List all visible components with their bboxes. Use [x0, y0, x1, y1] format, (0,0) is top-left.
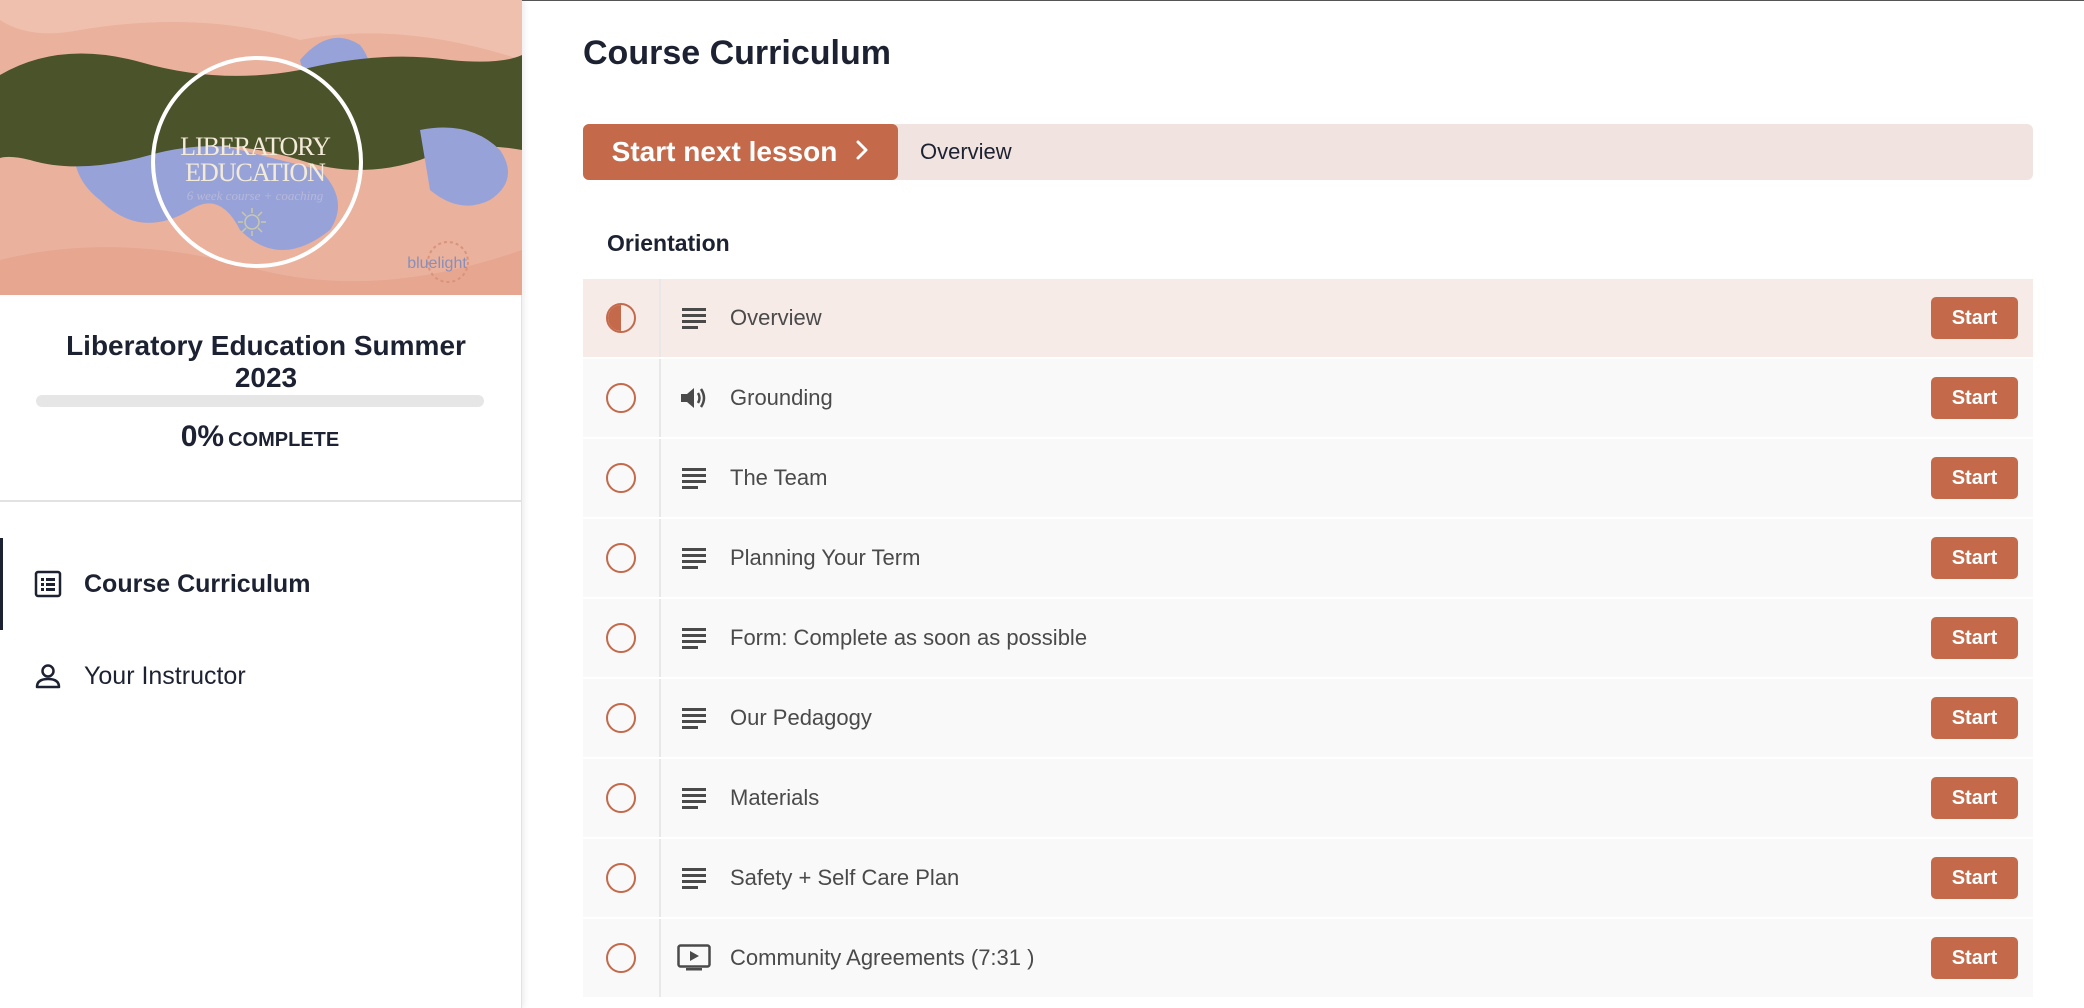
empty-circle-icon	[606, 463, 636, 493]
text-lines-icon	[677, 461, 711, 495]
lesson-row[interactable]: Grounding Start	[583, 359, 2033, 437]
lesson-title: Overview	[730, 305, 822, 330]
page-title: Course Curriculum	[583, 34, 891, 72]
lesson-status-cell	[583, 519, 661, 597]
lesson-title: Form: Complete as soon as possible	[730, 625, 1088, 650]
empty-circle-icon	[606, 383, 636, 413]
start-lesson-button[interactable]: Start	[1931, 377, 2018, 419]
lesson-status-cell	[583, 279, 661, 357]
empty-circle-icon	[606, 703, 636, 733]
main-content: Course Curriculum Start next lesson Over…	[583, 0, 2033, 1008]
lesson-row[interactable]: Materials Start	[583, 759, 2033, 837]
banner-title-line2: EDUCATION	[185, 158, 326, 187]
banner-title-line1: LIBERATORY	[180, 132, 331, 161]
text-lines-icon	[677, 541, 711, 575]
lesson-list: Overview Start Grounding Start The Team Sta…	[583, 279, 2033, 999]
progress-complete-label: COMPLETE	[228, 429, 340, 451]
start-next-lesson-button[interactable]: Start next lesson	[583, 124, 898, 180]
progress-label: 0% COMPLETE	[36, 420, 484, 454]
start-lesson-button[interactable]: Start	[1931, 537, 2018, 579]
speaker-icon	[677, 381, 711, 415]
text-lines-icon	[677, 781, 711, 815]
lesson-row[interactable]: Community Agreements (7:31 ) Start	[583, 919, 2033, 997]
lesson-row[interactable]: Form: Complete as soon as possible Start	[583, 599, 2033, 677]
lesson-status-cell	[583, 599, 661, 677]
half-filled-circle-icon	[606, 303, 636, 333]
empty-circle-icon	[606, 623, 636, 653]
start-lesson-button[interactable]: Start	[1931, 937, 2018, 979]
person-icon	[34, 662, 62, 690]
empty-circle-icon	[606, 863, 636, 893]
lesson-row[interactable]: Safety + Self Care Plan Start	[583, 839, 2033, 917]
empty-circle-icon	[606, 543, 636, 573]
lesson-row[interactable]: Our Pedagogy Start	[583, 679, 2033, 757]
progress-percent: 0%	[180, 420, 225, 453]
sidebar-item-label: Your Instructor	[84, 661, 246, 690]
banner-artwork: LIBERATORY EDUCATION 6 week course + coa…	[0, 0, 522, 295]
sidebar-item-course-curriculum[interactable]: Course Curriculum	[0, 538, 522, 630]
course-title: Liberatory Education Summer 2023	[66, 330, 466, 393]
lesson-status-cell	[583, 439, 661, 517]
video-player-icon	[677, 941, 711, 975]
lesson-status-cell	[583, 919, 661, 997]
lesson-status-cell	[583, 839, 661, 917]
sidebar-divider	[0, 500, 522, 502]
lesson-status-cell	[583, 759, 661, 837]
start-lesson-button[interactable]: Start	[1931, 297, 2018, 339]
start-lesson-button[interactable]: Start	[1931, 857, 2018, 899]
lesson-title: The Team	[730, 465, 828, 490]
lesson-title: Planning Your Term	[730, 545, 921, 570]
sidebar-item-label: Course Curriculum	[84, 569, 311, 598]
curriculum-list-icon	[34, 570, 62, 598]
start-lesson-button[interactable]: Start	[1931, 777, 2018, 819]
text-lines-icon	[677, 861, 711, 895]
lesson-row[interactable]: Planning Your Term Start	[583, 519, 2033, 597]
lesson-title: Materials	[730, 785, 820, 810]
lesson-title: Community Agreements (7:31 )	[730, 945, 1035, 970]
text-lines-icon	[677, 301, 711, 335]
next-lesson-bar: Start next lesson Overview	[583, 124, 2033, 180]
text-lines-icon	[677, 701, 711, 735]
start-lesson-button[interactable]: Start	[1931, 697, 2018, 739]
next-lesson-title: Overview	[920, 139, 1012, 164]
empty-circle-icon	[606, 783, 636, 813]
sidebar: LIBERATORY EDUCATION 6 week course + coa…	[0, 0, 522, 1008]
start-lesson-button[interactable]: Start	[1931, 617, 2018, 659]
lesson-title: Grounding	[730, 385, 833, 410]
lesson-title: Our Pedagogy	[730, 705, 872, 730]
sidebar-item-your-instructor[interactable]: Your Instructor	[0, 630, 522, 722]
lesson-title: Safety + Self Care Plan	[730, 865, 960, 890]
banner-brand: bluelight	[407, 255, 467, 272]
course-banner-image: LIBERATORY EDUCATION 6 week course + coa…	[0, 0, 522, 295]
empty-circle-icon	[606, 943, 636, 973]
banner-subtitle: 6 week course + coaching	[187, 188, 324, 203]
chevron-right-icon	[855, 136, 869, 168]
start-lesson-button[interactable]: Start	[1931, 457, 2018, 499]
lesson-status-cell	[583, 679, 661, 757]
lesson-row[interactable]: The Team Start	[583, 439, 2033, 517]
lesson-status-cell	[583, 359, 661, 437]
progress-bar	[36, 395, 484, 407]
section-title: Orientation	[607, 230, 730, 256]
start-next-lesson-label: Start next lesson	[611, 136, 838, 167]
lesson-row[interactable]: Overview Start	[583, 279, 2033, 357]
text-lines-icon	[677, 621, 711, 655]
